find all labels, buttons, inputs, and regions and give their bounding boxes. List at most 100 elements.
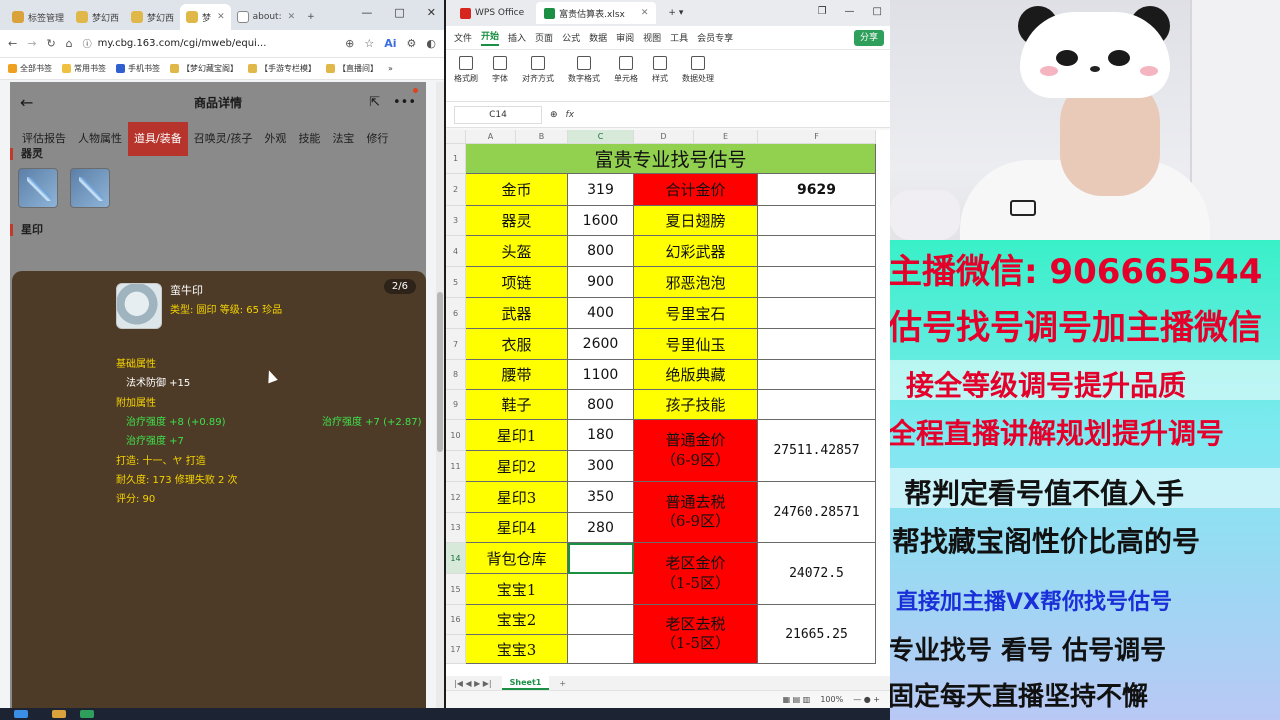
ribbon-tab-page[interactable]: 页面 — [535, 31, 553, 44]
browser-tab[interactable]: 梦幻西 — [125, 4, 180, 30]
price-label-cell[interactable]: 老区去税 （1-5区） — [634, 605, 758, 664]
sheet-nav-icon[interactable]: |◀ ◀ ▶ ▶| — [454, 679, 492, 688]
row-header[interactable]: 9 — [446, 390, 466, 420]
formula-input[interactable] — [582, 106, 882, 124]
item-value-cell[interactable] — [568, 543, 634, 574]
extra-value-cell[interactable] — [758, 206, 876, 236]
item-name-cell[interactable]: 宝宝2 — [466, 605, 568, 635]
bookmark-item[interactable]: 手机书签 — [116, 63, 160, 74]
style-button[interactable]: 样式 — [652, 56, 668, 84]
tab-summons[interactable]: 召唤灵/孩子 — [188, 122, 259, 156]
ribbon-tab-file[interactable]: 文件 — [454, 31, 472, 44]
ribbon-tab-home[interactable]: 开始 — [481, 29, 500, 46]
bookmark-item[interactable]: 【直播间】 — [326, 63, 378, 74]
price-label-cell[interactable]: 普通去税 （6-9区） — [634, 482, 758, 543]
align-button[interactable]: 对齐方式 — [522, 56, 554, 84]
bookmark-item[interactable]: 【手游专栏模】 — [248, 63, 316, 74]
close-tab-icon[interactable]: ✕ — [288, 12, 296, 22]
tab-treasure[interactable]: 法宝 — [326, 122, 360, 156]
item-name-cell[interactable]: 金币 — [466, 174, 568, 206]
item-name-cell[interactable]: 背包仓库 — [466, 543, 568, 574]
restore-icon[interactable]: ❐ — [818, 6, 827, 17]
name-box[interactable]: C14 — [454, 105, 542, 124]
column-header[interactable]: A — [466, 130, 516, 144]
cell-button[interactable]: 单元格 — [614, 56, 638, 84]
ribbon-tab-formula[interactable]: 公式 — [562, 31, 580, 44]
extra-value-cell[interactable] — [758, 298, 876, 329]
item-value-cell[interactable]: 319 — [568, 174, 634, 206]
price-label-cell[interactable]: 老区金价 （1-5区） — [634, 543, 758, 605]
row-header[interactable]: 14 — [446, 543, 466, 574]
item-name-cell[interactable]: 鞋子 — [466, 390, 568, 420]
qiling-item-icon[interactable] — [18, 168, 58, 208]
extra-item-cell[interactable]: 号里宝石 — [634, 298, 758, 329]
item-value-cell[interactable] — [568, 605, 634, 635]
ribbon-tab-member[interactable]: 会员专享 — [697, 31, 733, 44]
tab-items[interactable]: 道具/装备 — [128, 122, 188, 156]
view-mode-icon[interactable]: ▦ ▤ ▥ — [783, 695, 811, 704]
new-tab-button[interactable]: + — [301, 4, 321, 30]
browser-tab[interactable]: 标签管理 — [6, 4, 70, 30]
item-value-cell[interactable]: 280 — [568, 513, 634, 543]
site-info-icon[interactable]: ⓘ — [83, 37, 92, 50]
wps-app-tab[interactable]: WPS Office — [452, 2, 532, 24]
row-header[interactable]: 13 — [446, 513, 466, 543]
total-label-cell[interactable]: 合计金价 — [634, 174, 758, 206]
row-header[interactable]: 15 — [446, 574, 466, 605]
url-field[interactable]: ⓘ my.cbg.163.com/cgi/mweb/equi... — [83, 33, 335, 55]
more-icon[interactable]: ••• — [393, 95, 416, 110]
column-header[interactable]: D — [634, 130, 694, 144]
close-tab-icon[interactable]: ✕ — [641, 8, 649, 18]
item-name-cell[interactable]: 项链 — [466, 267, 568, 298]
extra-item-cell[interactable]: 号里仙玉 — [634, 329, 758, 360]
item-name-cell[interactable]: 星印1 — [466, 420, 568, 451]
tab-cultivation[interactable]: 修行 — [360, 122, 394, 156]
price-value-cell[interactable]: 24072.5 — [758, 543, 876, 605]
close-icon[interactable]: ✕ — [427, 6, 436, 19]
item-value-cell[interactable]: 900 — [568, 267, 634, 298]
item-name-cell[interactable]: 器灵 — [466, 206, 568, 236]
extra-value-cell[interactable] — [758, 390, 876, 420]
ribbon-tab-insert[interactable]: 插入 — [508, 31, 526, 44]
ribbon-tab-review[interactable]: 审阅 — [616, 31, 634, 44]
row-header[interactable]: 12 — [446, 482, 466, 513]
item-name-cell[interactable]: 星印3 — [466, 482, 568, 513]
share-button[interactable]: 分享 — [853, 30, 884, 46]
bookmark-item[interactable]: 常用书签 — [62, 63, 106, 74]
extra-item-cell[interactable]: 邪恶泡泡 — [634, 267, 758, 298]
forward-arrow-icon[interactable]: → — [27, 37, 36, 50]
ribbon-tab-view[interactable]: 视图 — [643, 31, 661, 44]
add-sheet-icon[interactable]: + — [559, 679, 566, 688]
extra-item-cell[interactable]: 夏日翅膀 — [634, 206, 758, 236]
maximize-icon[interactable]: □ — [873, 6, 882, 17]
bookmark-item[interactable]: 全部书签 — [8, 63, 52, 74]
item-name-cell[interactable]: 宝宝1 — [466, 574, 568, 605]
item-value-cell[interactable] — [568, 574, 634, 605]
sheet-tab[interactable]: Sheet1 — [501, 676, 550, 690]
item-name-cell[interactable]: 宝宝3 — [466, 635, 568, 664]
qiling-item-icon[interactable] — [70, 168, 110, 208]
price-value-cell[interactable]: 27511.42857 — [758, 420, 876, 482]
format-painter-button[interactable]: 格式刷 — [454, 56, 478, 84]
profile-icon[interactable]: ◐ — [426, 37, 436, 50]
star-icon[interactable]: ☆ — [364, 37, 374, 50]
item-name-cell[interactable]: 腰带 — [466, 360, 568, 390]
sheet-title-cell[interactable]: 富贵专业找号估号 — [466, 144, 876, 174]
taskbar-app-icon[interactable] — [52, 710, 66, 718]
item-value-cell[interactable]: 800 — [568, 390, 634, 420]
extensions-icon[interactable]: ⚙ — [407, 37, 417, 50]
row-header[interactable]: 3 — [446, 206, 466, 236]
ribbon-tab-tools[interactable]: 工具 — [670, 31, 688, 44]
tab-appearance[interactable]: 外观 — [258, 122, 292, 156]
row-header[interactable]: 11 — [446, 451, 466, 482]
ai-button[interactable]: Ai — [384, 37, 396, 50]
extra-value-cell[interactable] — [758, 329, 876, 360]
item-name-cell[interactable]: 武器 — [466, 298, 568, 329]
minimize-icon[interactable]: — — [361, 6, 372, 19]
taskbar-app-icon[interactable] — [80, 710, 94, 718]
back-arrow-icon[interactable]: ← — [8, 37, 17, 50]
extra-item-cell[interactable]: 孩子技能 — [634, 390, 758, 420]
close-tab-icon[interactable]: ✕ — [217, 12, 225, 22]
row-header[interactable]: 4 — [446, 236, 466, 267]
column-header[interactable]: C — [568, 130, 634, 144]
